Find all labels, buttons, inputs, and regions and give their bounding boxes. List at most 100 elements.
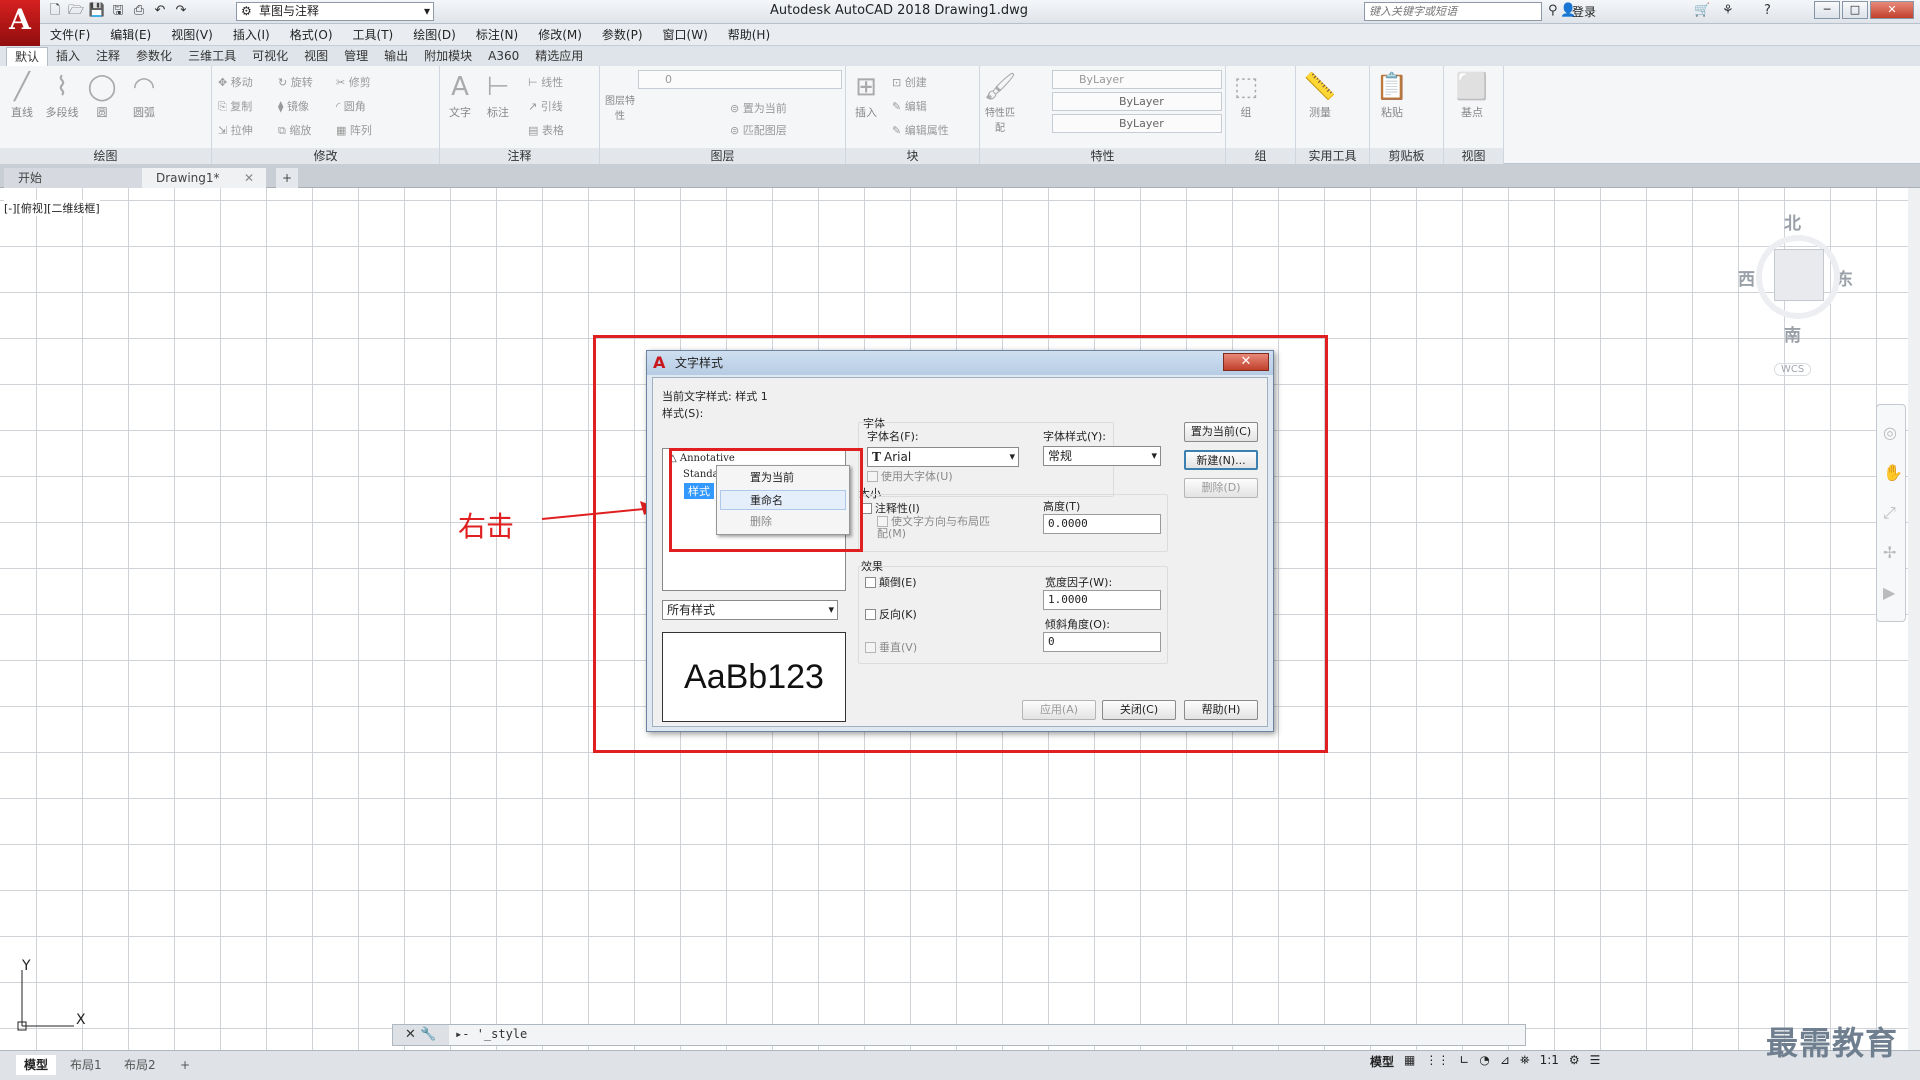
base-point-button[interactable]: ⬜ 基点 xyxy=(1454,70,1490,120)
workspace-select[interactable]: 草图与注释 xyxy=(236,2,434,21)
binoculars-icon[interactable]: ⚲ xyxy=(1548,3,1558,18)
scale-button[interactable]: ⧉ 缩放 xyxy=(278,122,311,138)
close-button[interactable]: 关闭(C) xyxy=(1102,700,1176,720)
line-button[interactable]: ╱ 直线 xyxy=(4,70,40,120)
font-name-select[interactable]: T Arial xyxy=(867,447,1019,467)
circle-button[interactable]: ◯ 圆 xyxy=(84,70,120,120)
panel-annotation-title[interactable]: 注释 xyxy=(440,148,599,164)
login-button[interactable]: 登录 xyxy=(1572,3,1596,20)
edit-block-button[interactable]: ✎ 编辑 xyxy=(892,98,927,114)
add-layout-button[interactable]: + xyxy=(172,1055,198,1075)
search-input[interactable]: 键入关键字或短语 xyxy=(1364,2,1542,21)
wrench-icon[interactable]: 🔧 xyxy=(420,1027,436,1042)
lineweight-dropdown[interactable]: ByLayer xyxy=(1052,114,1222,133)
grid-icon[interactable]: ▦ xyxy=(1404,1053,1415,1070)
showmotion-icon[interactable]: ▶ xyxy=(1883,583,1895,602)
menu-dimension[interactable]: 标注(N) xyxy=(466,26,528,43)
arc-button[interactable]: ◠ 圆弧 xyxy=(126,70,162,120)
tab-addins[interactable]: 附加模块 xyxy=(416,47,480,65)
new-style-button[interactable]: 新建(N)... xyxy=(1184,450,1258,470)
font-style-select[interactable]: 常规 xyxy=(1043,446,1161,466)
backwards-checkbox[interactable]: 反向(K) xyxy=(865,606,917,622)
menu-draw[interactable]: 绘图(D) xyxy=(403,26,466,43)
set-current-layer-button[interactable]: ⊜ 置为当前 xyxy=(730,100,787,116)
command-input[interactable]: ▸- '_style xyxy=(455,1027,527,1041)
panel-utilities-title[interactable]: 实用工具 xyxy=(1296,148,1369,164)
upside-down-checkbox[interactable]: 颠倒(E) xyxy=(865,574,917,590)
layer-properties-button[interactable]: 图层特性 xyxy=(602,92,638,122)
tab-parametric[interactable]: 参数化 xyxy=(128,47,180,65)
match-layer-button[interactable]: ⊜ 匹配图层 xyxy=(730,122,787,138)
set-current-button[interactable]: 置为当前(C) xyxy=(1184,422,1258,442)
leader-button[interactable]: ↗ 引线 xyxy=(528,98,563,114)
tab-a360[interactable]: A360 xyxy=(480,47,527,65)
steering-wheel-icon[interactable]: ◎ xyxy=(1883,423,1897,442)
maximize-button[interactable]: □ xyxy=(1842,1,1868,19)
menu-edit[interactable]: 编辑(E) xyxy=(100,26,161,43)
orbit-icon[interactable]: ✢ xyxy=(1883,543,1896,562)
polyline-button[interactable]: ⌇ 多段线 xyxy=(44,70,80,120)
close-icon[interactable]: ✕ xyxy=(405,1027,416,1042)
fillet-button[interactable]: ◜ 圆角 xyxy=(336,98,366,114)
panel-modify-title[interactable]: 修改 xyxy=(212,148,439,164)
menu-modify[interactable]: 修改(M) xyxy=(528,26,592,43)
customize-icon[interactable]: ☰ xyxy=(1590,1053,1601,1070)
dialog-close-button[interactable]: ✕ xyxy=(1223,353,1269,371)
tab-default[interactable]: 默认 xyxy=(6,46,49,66)
mirror-button[interactable]: ⧫ 镜像 xyxy=(278,98,309,114)
doc-tab-start[interactable]: 开始 xyxy=(4,168,142,188)
save-icon[interactable]: 💾 xyxy=(88,2,106,20)
delete-style-button[interactable]: 删除(D) xyxy=(1184,478,1258,498)
annotation-visibility-icon[interactable]: ⛯ xyxy=(1520,1053,1530,1070)
osnap-icon[interactable]: ⊿ xyxy=(1500,1053,1510,1070)
cart-icon[interactable]: 🛒 xyxy=(1694,3,1710,18)
help-icon[interactable]: ? xyxy=(1764,3,1771,18)
style-filter-select[interactable]: 所有样式 xyxy=(662,600,838,620)
panel-draw-title[interactable]: 绘图 xyxy=(0,148,211,164)
trim-button[interactable]: ✂ 修剪 xyxy=(336,74,371,90)
viewcube-north[interactable]: 北 xyxy=(1784,209,1801,234)
vertical-scrollbar[interactable] xyxy=(1908,188,1920,1050)
viewcube-west[interactable]: 西 xyxy=(1738,265,1755,290)
color-dropdown[interactable]: ByLayer xyxy=(1052,70,1222,89)
layout-tab-layout1[interactable]: 布局1 xyxy=(62,1055,110,1075)
viewcube-south[interactable]: 南 xyxy=(1784,321,1801,346)
rotate-button[interactable]: ↻ 旋转 xyxy=(278,74,313,90)
minimize-button[interactable]: ─ xyxy=(1814,1,1840,19)
open-icon[interactable]: 🗁 xyxy=(67,2,85,20)
menu-help[interactable]: 帮助(H) xyxy=(718,26,780,43)
menu-window[interactable]: 窗口(W) xyxy=(653,26,718,43)
edit-attributes-button[interactable]: ✎ 编辑属性 xyxy=(892,122,949,138)
use-big-font-checkbox[interactable]: 使用大字体(U) xyxy=(867,468,953,484)
menu-format[interactable]: 格式(O) xyxy=(280,26,343,43)
dimension-button[interactable]: ⊢ 标注 xyxy=(480,70,516,120)
tab-visualize[interactable]: 可视化 xyxy=(244,47,296,65)
insert-block-button[interactable]: ⊞ 插入 xyxy=(848,70,884,120)
array-button[interactable]: ▦ 阵列 xyxy=(336,122,372,138)
oblique-angle-input[interactable]: 0 xyxy=(1043,632,1161,652)
apply-button[interactable]: 应用(A) xyxy=(1022,700,1096,720)
panel-view-title[interactable]: 视图 xyxy=(1444,148,1503,164)
tab-annotate[interactable]: 注释 xyxy=(88,47,128,65)
match-orientation-checkbox[interactable]: 使文字方向与布局匹配(M) xyxy=(877,516,997,540)
save-as-icon[interactable]: 🖫 xyxy=(109,2,127,20)
stretch-button[interactable]: ⇲ 拉伸 xyxy=(218,122,253,138)
tab-3d-tools[interactable]: 三维工具 xyxy=(180,47,244,65)
annotation-scale[interactable]: 1:1 xyxy=(1540,1053,1559,1070)
close-tab-icon[interactable]: ✕ xyxy=(244,168,254,188)
print-icon[interactable]: ⎙ xyxy=(130,2,148,20)
redo-icon[interactable]: ↷ xyxy=(172,2,190,20)
ortho-icon[interactable]: ∟ xyxy=(1459,1053,1469,1070)
dialog-title-bar[interactable]: A 文字样式 ✕ xyxy=(647,351,1273,375)
menu-tools[interactable]: 工具(T) xyxy=(343,26,404,43)
panel-groups-title[interactable]: 组 xyxy=(1226,148,1295,164)
close-window-button[interactable]: ✕ xyxy=(1870,1,1914,19)
layout-tab-model[interactable]: 模型 xyxy=(16,1055,57,1075)
menu-parametric[interactable]: 参数(P) xyxy=(592,26,653,43)
pan-icon[interactable]: ✋ xyxy=(1883,463,1903,482)
command-line[interactable]: ✕ 🔧 ▸- '_style xyxy=(392,1024,1526,1046)
snap-icon[interactable]: ⋮⋮ xyxy=(1425,1053,1449,1070)
exchange-icon[interactable]: ⚘ xyxy=(1722,3,1734,18)
viewcube-face-top[interactable] xyxy=(1774,249,1824,301)
text-button[interactable]: A 文字 xyxy=(442,70,478,120)
